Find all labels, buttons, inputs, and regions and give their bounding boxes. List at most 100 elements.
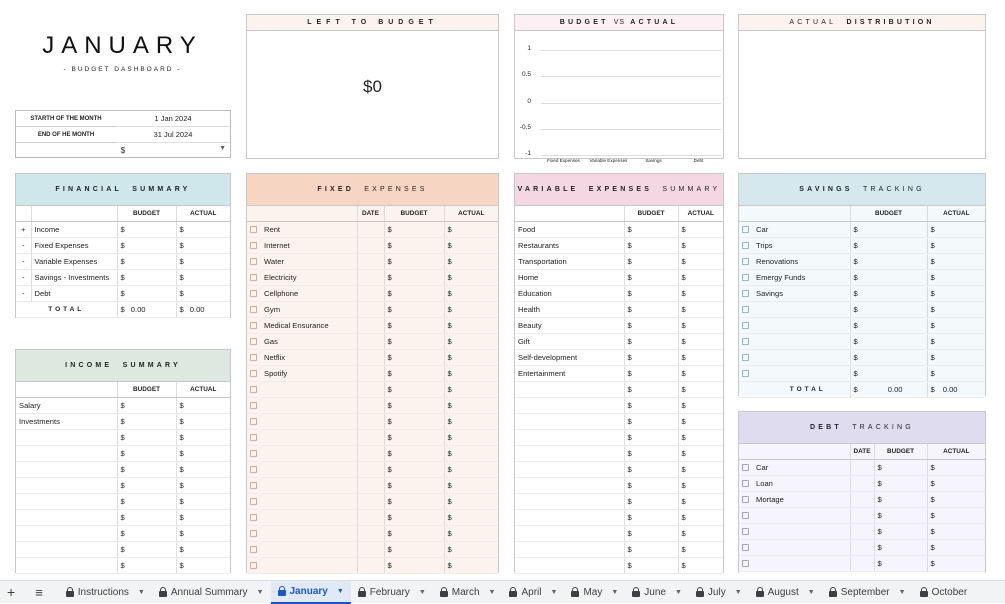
checkbox[interactable] bbox=[250, 562, 257, 569]
row-label[interactable]: Restaurants bbox=[515, 237, 625, 254]
row-label[interactable] bbox=[515, 381, 625, 398]
actual-cell[interactable]: $ bbox=[444, 525, 498, 542]
budget-cell[interactable]: $ bbox=[624, 509, 679, 526]
checkbox[interactable] bbox=[250, 290, 257, 297]
sheet-tab[interactable]: May ▼ bbox=[564, 581, 625, 604]
actual-cell[interactable]: $ bbox=[678, 269, 723, 286]
actual-cell[interactable]: $ bbox=[444, 221, 498, 238]
budget-cell[interactable]: $ bbox=[117, 477, 177, 494]
actual-cell[interactable]: $ bbox=[444, 317, 498, 334]
budget-cell[interactable]: $ bbox=[624, 237, 679, 254]
budget-cell[interactable]: $ bbox=[874, 539, 928, 556]
actual-cell[interactable]: $ bbox=[444, 301, 498, 318]
row-label[interactable] bbox=[515, 477, 625, 494]
actual-cell[interactable]: $ bbox=[927, 285, 985, 302]
period-start-value[interactable]: 1 Jan 2024 bbox=[116, 111, 230, 127]
checkbox[interactable] bbox=[250, 450, 257, 457]
actual-cell[interactable]: $ bbox=[444, 285, 498, 302]
budget-cell[interactable]: $ bbox=[384, 317, 445, 334]
date-cell[interactable] bbox=[850, 507, 875, 524]
budget-cell[interactable]: $ bbox=[850, 317, 928, 334]
actual-cell[interactable]: $ bbox=[444, 237, 498, 254]
date-cell[interactable] bbox=[357, 493, 385, 510]
checkbox[interactable] bbox=[742, 306, 749, 313]
checkbox[interactable] bbox=[250, 370, 257, 377]
row-label[interactable] bbox=[515, 397, 625, 414]
date-cell[interactable] bbox=[357, 445, 385, 462]
row-label[interactable]: Entertainment bbox=[515, 365, 625, 382]
budget-cell[interactable]: $ bbox=[384, 493, 445, 510]
date-cell[interactable] bbox=[357, 285, 385, 302]
actual-cell[interactable]: $ bbox=[927, 253, 985, 270]
row-label[interactable] bbox=[515, 541, 625, 558]
row-label[interactable] bbox=[16, 509, 118, 526]
actual-cell[interactable]: $ bbox=[678, 333, 723, 350]
budget-cell[interactable]: $ bbox=[624, 365, 679, 382]
date-cell[interactable] bbox=[357, 301, 385, 318]
chevron-down-icon[interactable]: ▼ bbox=[257, 589, 264, 596]
actual-cell[interactable]: $ bbox=[176, 557, 230, 574]
budget-cell[interactable]: $ bbox=[384, 365, 445, 382]
row-label[interactable] bbox=[515, 429, 625, 446]
checkbox[interactable] bbox=[250, 306, 257, 313]
actual-cell[interactable]: $ bbox=[927, 507, 985, 524]
budget-cell[interactable]: $ bbox=[117, 429, 177, 446]
currency-select[interactable]: $ ▼ bbox=[16, 143, 230, 157]
actual-cell[interactable]: $ bbox=[444, 477, 498, 494]
date-cell[interactable] bbox=[850, 523, 875, 540]
checkbox[interactable] bbox=[742, 354, 749, 361]
checkbox[interactable] bbox=[250, 402, 257, 409]
budget-cell[interactable]: $ bbox=[624, 381, 679, 398]
date-cell[interactable] bbox=[357, 429, 385, 446]
budget-cell[interactable]: $ bbox=[624, 301, 679, 318]
actual-cell[interactable]: $ bbox=[176, 269, 230, 286]
actual-cell[interactable]: $ bbox=[444, 413, 498, 430]
date-cell[interactable] bbox=[357, 333, 385, 350]
checkbox[interactable] bbox=[250, 546, 257, 553]
actual-cell[interactable]: $ bbox=[444, 445, 498, 462]
date-cell[interactable] bbox=[357, 221, 385, 238]
sheet-tab[interactable]: March ▼ bbox=[433, 581, 503, 604]
budget-cell[interactable]: $ bbox=[850, 269, 928, 286]
budget-cell[interactable]: $ bbox=[117, 509, 177, 526]
budget-cell[interactable]: $ bbox=[384, 477, 445, 494]
actual-cell[interactable]: $ bbox=[444, 461, 498, 478]
row-label[interactable] bbox=[16, 557, 118, 574]
checkbox[interactable] bbox=[742, 370, 749, 377]
budget-cell[interactable]: $ bbox=[117, 525, 177, 542]
actual-cell[interactable]: $ bbox=[176, 253, 230, 270]
sheet-tab[interactable]: April ▼ bbox=[502, 581, 564, 604]
actual-cell[interactable]: $ bbox=[678, 541, 723, 558]
sheet-tab[interactable]: July ▼ bbox=[689, 581, 749, 604]
row-label[interactable] bbox=[16, 429, 118, 446]
actual-cell[interactable]: $ bbox=[927, 301, 985, 318]
actual-cell[interactable]: $ bbox=[678, 349, 723, 366]
checkbox[interactable] bbox=[250, 498, 257, 505]
chevron-down-icon[interactable]: ▼ bbox=[337, 588, 344, 595]
checkbox[interactable] bbox=[250, 322, 257, 329]
checkbox[interactable] bbox=[250, 466, 257, 473]
actual-cell[interactable]: $ bbox=[176, 445, 230, 462]
checkbox[interactable] bbox=[250, 338, 257, 345]
budget-cell[interactable]: $ bbox=[384, 253, 445, 270]
actual-cell[interactable]: $ bbox=[678, 429, 723, 446]
checkbox[interactable] bbox=[250, 418, 257, 425]
row-label[interactable]: Health bbox=[515, 301, 625, 318]
actual-cell[interactable]: $ bbox=[176, 461, 230, 478]
budget-cell[interactable]: $ bbox=[384, 285, 445, 302]
budget-cell[interactable]: $ bbox=[624, 413, 679, 430]
row-label[interactable]: Gift bbox=[515, 333, 625, 350]
checkbox[interactable] bbox=[250, 226, 257, 233]
actual-cell[interactable]: $ bbox=[444, 349, 498, 366]
budget-cell[interactable]: $ bbox=[384, 413, 445, 430]
budget-cell[interactable]: $ bbox=[384, 381, 445, 398]
sheet-tab[interactable]: August ▼ bbox=[749, 581, 822, 604]
date-cell[interactable] bbox=[357, 253, 385, 270]
budget-cell[interactable]: $ bbox=[117, 253, 177, 270]
chevron-down-icon[interactable]: ▼ bbox=[808, 589, 815, 596]
actual-cell[interactable]: $ bbox=[444, 429, 498, 446]
checkbox[interactable] bbox=[250, 482, 257, 489]
date-cell[interactable] bbox=[850, 555, 875, 572]
row-label[interactable] bbox=[515, 413, 625, 430]
budget-cell[interactable]: $ bbox=[117, 541, 177, 558]
